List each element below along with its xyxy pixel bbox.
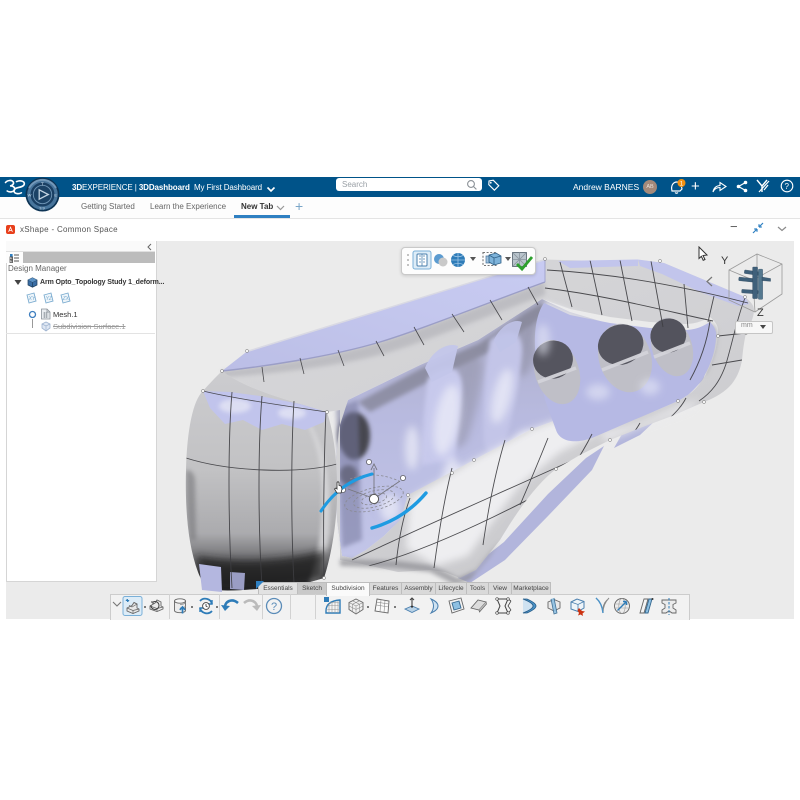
svg-text:ZX: ZX — [62, 296, 70, 302]
svg-text:Z: Z — [757, 307, 764, 319]
svg-text:?: ? — [271, 601, 277, 613]
svg-text:YZ: YZ — [46, 296, 53, 302]
svg-text:Y: Y — [721, 255, 729, 267]
svg-text:XY: XY — [28, 296, 36, 302]
